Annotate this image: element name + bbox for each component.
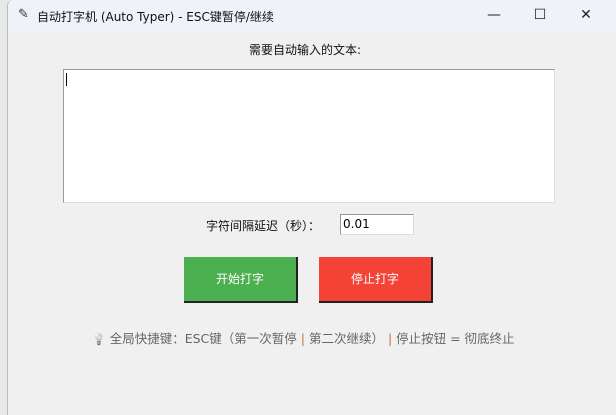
maximize-button[interactable]: ☐ xyxy=(517,0,563,31)
title-bar: ✎ 自动打字机 (Auto Typer) - ESC键暂停/继续 — ☐ ✕ xyxy=(8,0,616,31)
close-button[interactable]: ✕ xyxy=(563,0,609,31)
lightbulb-icon: 💡 xyxy=(92,333,106,346)
delay-input[interactable]: 0.01 xyxy=(340,214,414,235)
hotkey-hint: 💡 全局快捷键：ESC键（第一次暂停 | 第二次继续） | 停止按钮 = 彻底终… xyxy=(92,328,515,347)
text-label: 需要自动输入的文本: xyxy=(249,43,362,57)
stop-typing-button[interactable]: 停止打字 xyxy=(319,257,433,303)
text-caret xyxy=(66,73,67,86)
feather-icon: ✎ xyxy=(18,7,29,22)
hint-separator: | xyxy=(300,331,305,346)
start-typing-button[interactable]: 开始打字 xyxy=(184,257,298,303)
hint-text-2: 第二次继续） xyxy=(308,331,384,346)
hint-text-3: 停止按钮 = 彻底终止 xyxy=(396,331,515,346)
hint-separator: | xyxy=(387,331,393,346)
hint-text-1: 全局快捷键：ESC键（第一次暂停 xyxy=(109,331,297,346)
window-title: 自动打字机 (Auto Typer) - ESC键暂停/继续 xyxy=(37,10,274,24)
text-input-area[interactable] xyxy=(63,69,555,203)
minimize-button[interactable]: — xyxy=(471,0,517,31)
delay-label: 字符间隔延迟（秒）： xyxy=(206,219,321,233)
app-window: ✎ 自动打字机 (Auto Typer) - ESC键暂停/继续 — ☐ ✕ 需… xyxy=(7,0,616,415)
